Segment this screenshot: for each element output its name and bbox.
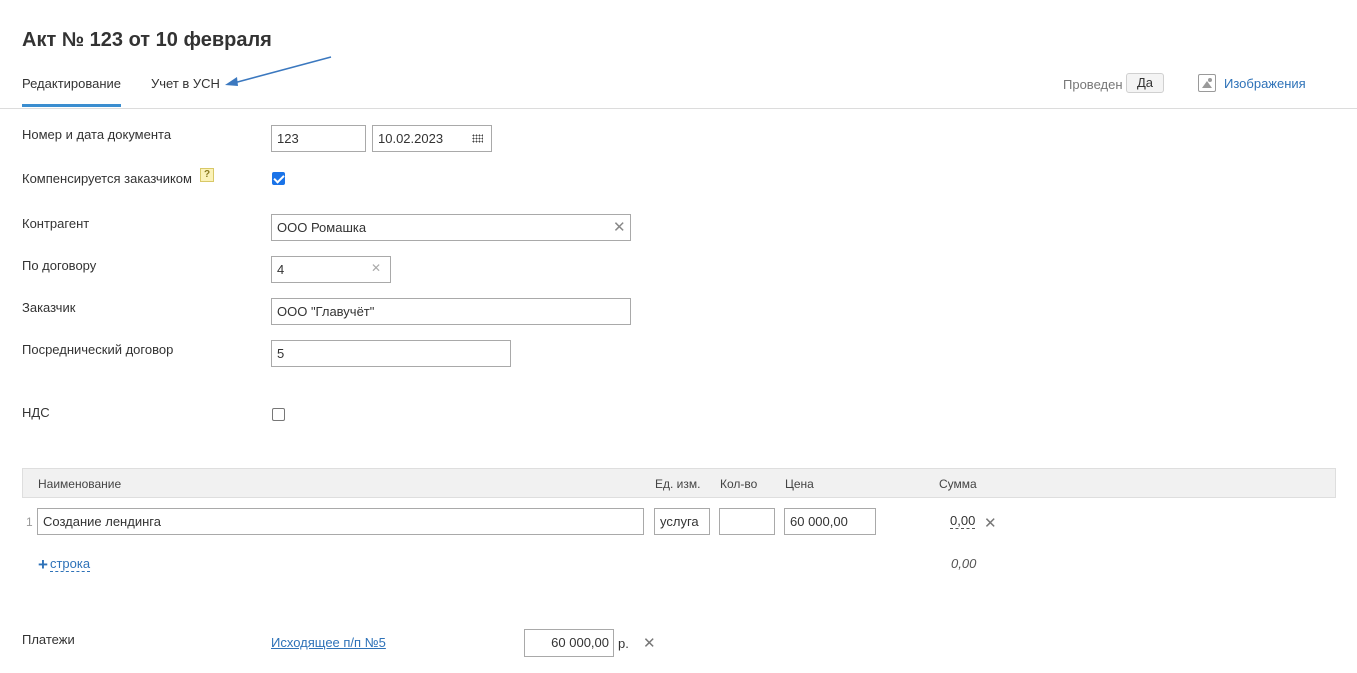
posted-label: Проведен [1063, 77, 1123, 92]
column-sum: Сумма [939, 477, 977, 491]
images-label: Изображения [1224, 75, 1306, 91]
annotation-arrow-icon [225, 56, 332, 86]
item-unit-input[interactable]: услуга [654, 508, 710, 535]
active-tab-indicator [22, 104, 121, 107]
customer-input[interactable]: ООО "Главучёт" [271, 298, 631, 325]
item-name-input[interactable]: Создание лендинга [37, 508, 644, 535]
compensated-checkbox[interactable] [272, 172, 285, 185]
add-row-button[interactable]: + строка [38, 554, 91, 574]
calendar-icon[interactable] [472, 134, 483, 143]
item-price-input[interactable]: 60 000,00 [784, 508, 876, 535]
agency-contract-input[interactable]: 5 [271, 340, 511, 367]
row-number: 1 [26, 515, 33, 529]
tab-editing[interactable]: Редактирование [22, 76, 121, 91]
delete-payment-icon[interactable]: ✕ [643, 634, 656, 652]
header-divider [0, 108, 1357, 109]
delete-row-icon[interactable]: ✕ [984, 514, 997, 532]
contract-clear-icon[interactable]: ✕ [371, 262, 381, 274]
images-button[interactable]: Изображения [1198, 74, 1306, 92]
payments-label: Платежи [22, 632, 75, 647]
contract-label: По договору [22, 258, 97, 273]
counterparty-label: Контрагент [22, 216, 90, 231]
plus-icon: + [38, 554, 48, 574]
document-number-input[interactable]: 123 [271, 125, 366, 152]
document-date-value: 10.02.2023 [378, 131, 444, 146]
tab-usn-accounting[interactable]: Учет в УСН [151, 76, 220, 91]
posted-toggle[interactable]: Да [1126, 73, 1164, 93]
items-table-header: Наименование Ед. изм. Кол-во Цена Сумма [22, 468, 1336, 498]
document-date-input[interactable]: 10.02.2023 [372, 125, 492, 152]
help-icon[interactable]: ? [200, 168, 214, 182]
compensated-label: Компенсируется заказчиком [22, 171, 192, 186]
vat-checkbox[interactable] [272, 408, 285, 421]
column-price: Цена [785, 477, 814, 491]
agency-contract-label: Посреднический договор [22, 342, 174, 357]
add-row-label: строка [49, 556, 91, 572]
counterparty-input[interactable]: ООО Ромашка [271, 214, 631, 241]
payment-link[interactable]: Исходящее п/п №5 [271, 635, 386, 650]
payment-amount-input[interactable]: 60 000,00 [524, 629, 614, 657]
item-qty-input[interactable] [719, 508, 775, 535]
table-total: 0,00 [951, 556, 977, 571]
page-title: Акт № 123 от 10 февраля [22, 29, 272, 51]
column-name: Наименование [38, 477, 122, 491]
number-date-label: Номер и дата документа [22, 127, 172, 142]
counterparty-clear-icon[interactable]: ✕ [613, 220, 626, 235]
image-icon [1198, 74, 1216, 92]
column-unit: Ед. изм. [655, 477, 701, 491]
column-qty: Кол-во [720, 477, 758, 491]
payment-currency: р. [618, 636, 629, 651]
vat-label: НДС [22, 405, 50, 420]
item-sum[interactable]: 0,00 [950, 514, 976, 529]
customer-label: Заказчик [22, 300, 76, 315]
